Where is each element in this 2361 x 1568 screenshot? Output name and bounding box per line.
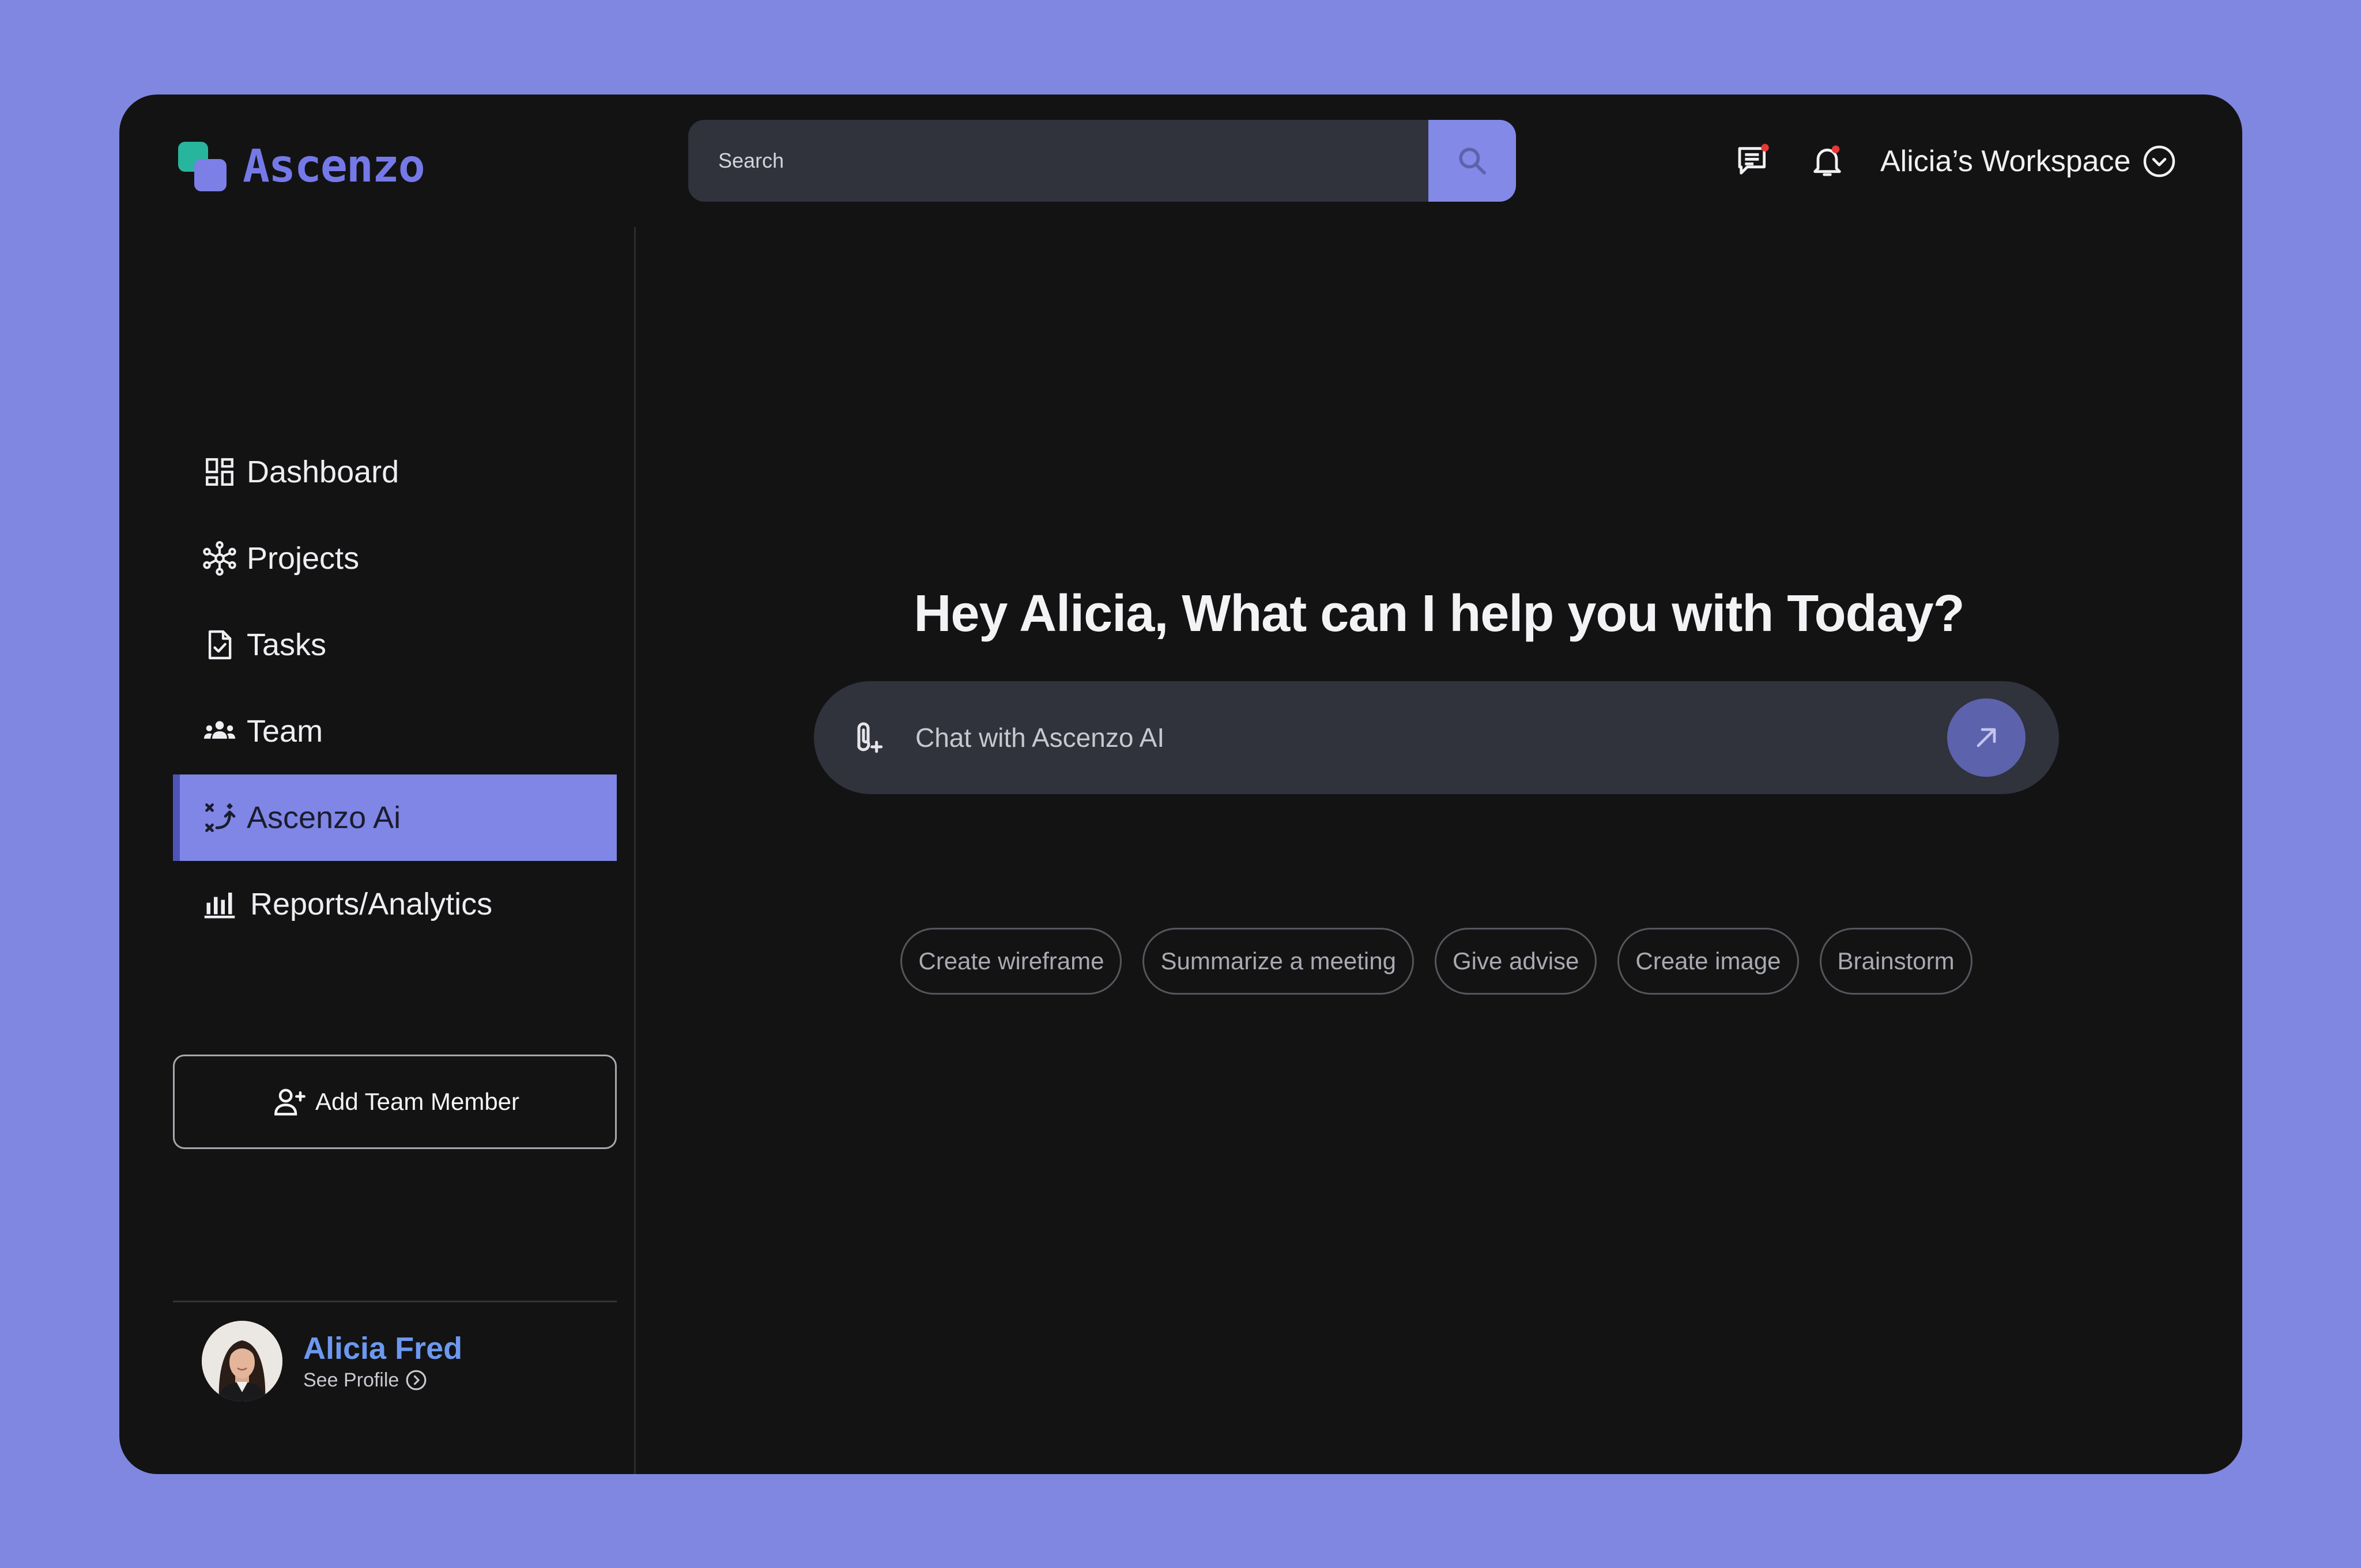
profile-divider — [173, 1301, 617, 1302]
sidebar-item-ascenzo-ai[interactable]: Ascenzo Ai — [173, 774, 617, 861]
workspace-label: Alicia’s Workspace — [1880, 145, 2131, 178]
avatar[interactable] — [202, 1321, 282, 1401]
sidebar-item-label: Dashboard — [247, 455, 399, 489]
chevron-down-circle-icon — [2144, 145, 2175, 177]
sidebar-item-tasks[interactable]: Tasks — [173, 602, 617, 688]
sidebar-item-label: Projects — [247, 541, 360, 576]
suggestion-chip[interactable]: Create wireframe — [900, 928, 1122, 995]
tasks-icon — [202, 627, 237, 663]
notifications-button[interactable] — [1807, 141, 1847, 181]
suggestion-chip[interactable]: Give advise — [1434, 928, 1597, 995]
search-input[interactable] — [688, 120, 1426, 202]
app-window: Ascenzo Alicia’s Workspace — [119, 95, 2242, 1474]
sidebar-item-label: Team — [247, 714, 323, 749]
suggestion-chip[interactable]: Create image — [1617, 928, 1799, 995]
add-team-member-label: Add Team Member — [315, 1088, 520, 1115]
workspace-switcher[interactable]: Alicia’s Workspace — [1880, 138, 2177, 184]
sidebar-item-label: Tasks — [247, 628, 327, 662]
profile-name: Alicia Fred — [303, 1331, 463, 1366]
sidebar-nav: Dashboard Projects Tasks Team Ascenzo Ai… — [173, 429, 617, 947]
brand-logo[interactable]: Ascenzo — [178, 141, 425, 192]
suggestion-chip[interactable]: Summarize a meeting — [1142, 928, 1414, 995]
arrow-up-right-icon — [1977, 728, 1996, 747]
ai-icon — [202, 800, 237, 836]
messages-button[interactable] — [1733, 141, 1774, 181]
chevron-right-circle-icon — [406, 1370, 427, 1391]
search-icon — [1459, 148, 1486, 175]
see-profile-link[interactable]: See Profile — [303, 1369, 462, 1392]
add-team-member-button[interactable]: Add Team Member — [173, 1055, 617, 1149]
brand-name: Ascenzo — [243, 141, 425, 192]
sidebar-item-projects[interactable]: Projects — [173, 515, 617, 602]
search-button[interactable] — [1428, 120, 1516, 202]
user-profile: Alicia Fred See Profile — [202, 1321, 462, 1401]
analytics-icon — [202, 886, 237, 922]
logo-mark-icon — [178, 142, 227, 191]
sidebar-item-label: Reports/Analytics — [250, 887, 493, 921]
sidebar-item-dashboard[interactable]: Dashboard — [173, 429, 617, 515]
add-user-icon — [274, 1089, 306, 1116]
attach-icon — [857, 722, 883, 753]
team-icon — [202, 713, 237, 749]
sidebar-item-team[interactable]: Team — [173, 688, 617, 774]
bell-icon — [1813, 145, 1841, 176]
messages-icon — [1738, 143, 1769, 175]
search-bar — [688, 120, 1516, 202]
see-profile-label: See Profile — [303, 1369, 399, 1391]
sidebar-item-reports-analytics[interactable]: Reports/Analytics — [173, 861, 617, 947]
suggestion-chips: Create wireframe Summarize a meeting Giv… — [814, 928, 2059, 995]
suggestion-chip[interactable]: Brainstorm — [1819, 928, 1972, 995]
chat-input[interactable] — [914, 681, 1940, 794]
dashboard-icon — [202, 454, 237, 490]
sidebar-divider — [634, 227, 636, 1474]
attach-button[interactable] — [847, 717, 889, 758]
projects-icon — [202, 541, 237, 576]
sidebar-item-label: Ascenzo Ai — [247, 800, 401, 835]
chat-bar — [814, 681, 2059, 794]
send-button[interactable] — [1947, 698, 2026, 777]
page-title: Hey Alicia, What can I help you with Tod… — [914, 585, 1964, 643]
